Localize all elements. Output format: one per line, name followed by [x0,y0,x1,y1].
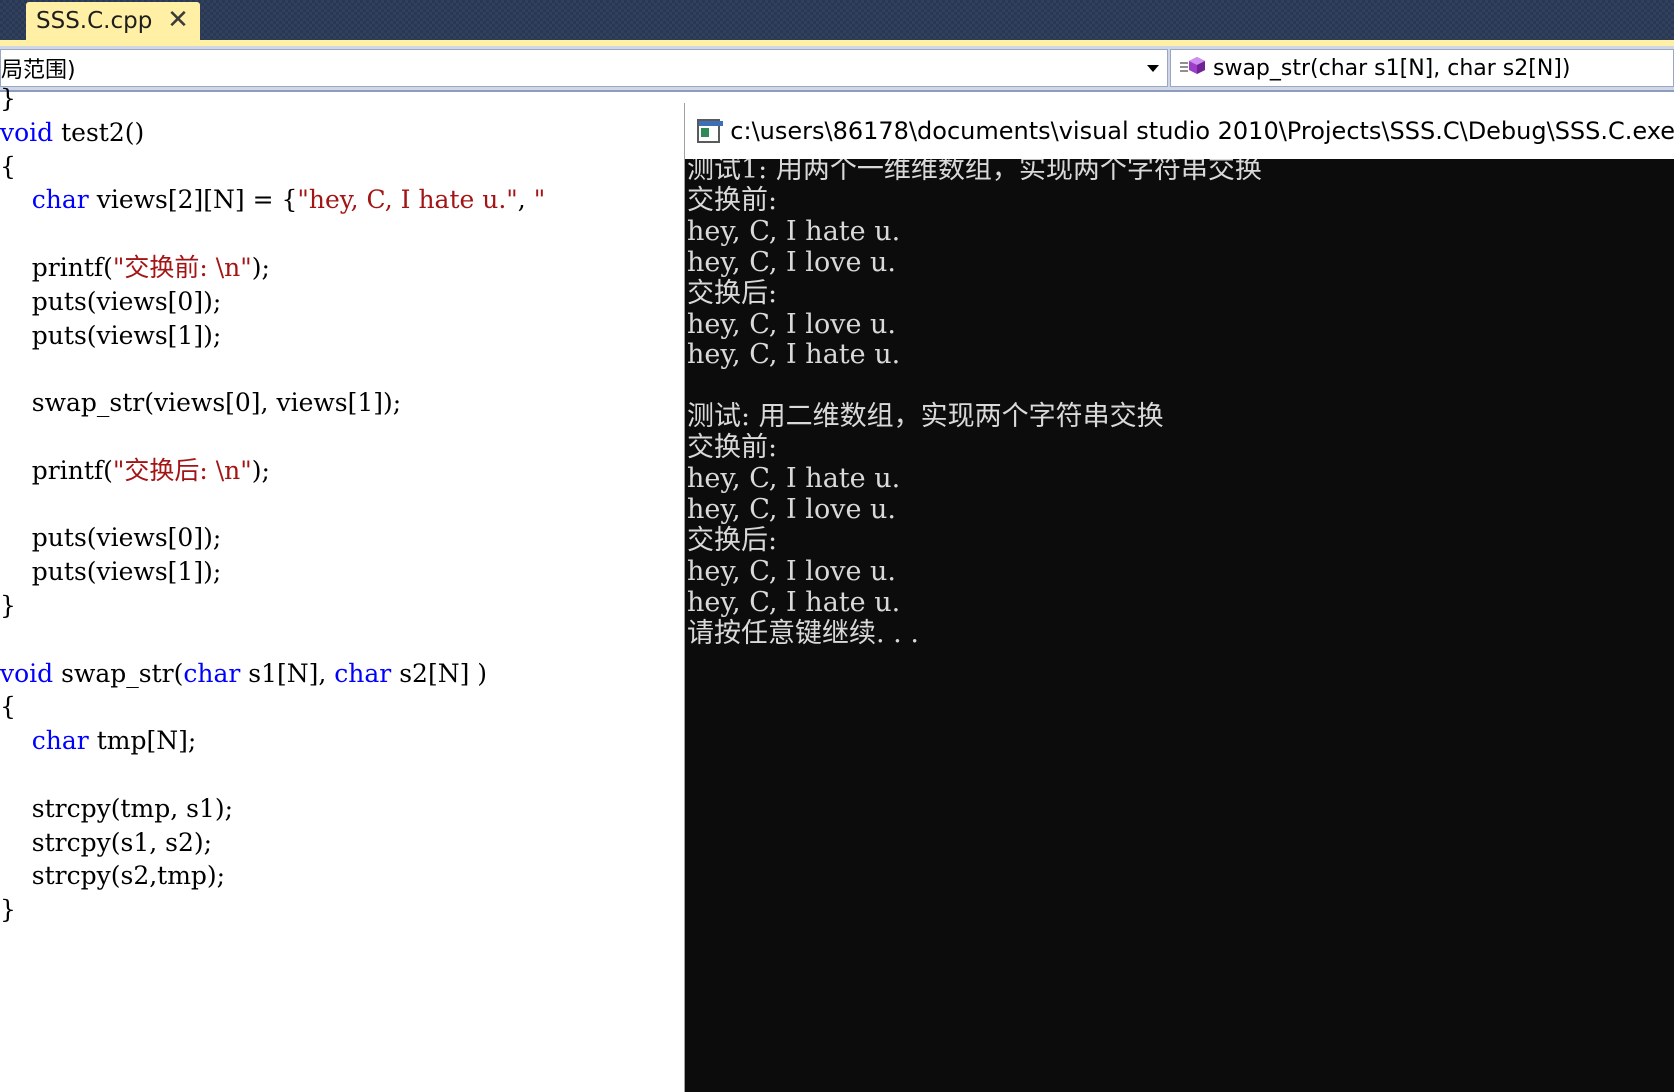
code-text: swap_str(views[0], views[1]); [0,388,402,418]
code-keyword: char [334,658,392,688]
code-line[interactable]: void test2() [0,116,144,150]
code-keyword: void [0,117,54,147]
console-output-line: 测试1: 用两个一维维数组，实现两个字符串交换 [687,159,1262,185]
tab-label: SSS.C.cpp [36,8,153,34]
console-output-line: 交换前: [687,184,778,216]
member-dropdown[interactable]: swap_str(char s1[N], char s2[N]) [1170,49,1674,87]
console-app-icon [697,119,723,143]
console-output-line: 交换后: [687,277,778,309]
code-string: " [533,185,546,215]
code-text: { [0,692,16,722]
code-text: swap_str( [53,658,184,688]
code-text: } [0,84,16,113]
code-line[interactable]: { [0,150,16,184]
code-line[interactable]: puts(views[0]); [0,521,221,555]
code-text: } [0,895,16,925]
console-title: c:\users\86178\documents\visual studio 2… [730,117,1674,145]
console-output-line: hey, C, I love u. [687,246,896,278]
console-output-line: 交换前: [687,432,778,464]
code-text: { [0,151,16,181]
code-text: , [517,185,534,215]
code-text: test2() [53,117,145,147]
code-string: "hey, C, I hate u." [297,185,518,215]
code-line[interactable]: printf("交换后: \n"); [0,454,270,488]
code-line[interactable]: } [0,589,16,623]
console-window[interactable]: c:\users\86178\documents\visual studio 2… [684,103,1674,1092]
code-line[interactable]: strcpy(s1, s2); [0,826,212,860]
navigation-bar: 局范围) swap_str(char s1[N], char s2[N]) [0,46,1674,92]
code-editor[interactable]: } void test2(){ char views[2][N] = {"hey,… [0,84,684,1092]
code-text: s2[N] ) [391,658,488,688]
code-line[interactable]: strcpy(tmp, s1); [0,792,233,826]
code-line[interactable]: char tmp[N]; [0,724,196,758]
code-text: ); [251,253,270,282]
code-text: } [0,591,16,620]
code-text: tmp[N]; [88,726,197,756]
code-text: strcpy(s1, s2); [0,827,213,857]
scope-dropdown[interactable]: 局范围) [0,49,1168,87]
code-line[interactable]: puts(views[1]); [0,319,221,353]
console-output-line: hey, C, I hate u. [687,463,901,494]
code-text: strcpy(s2,tmp); [0,861,226,891]
code-text: ); [251,455,270,485]
code-line[interactable]: { [0,690,16,724]
code-text: s1[N], [240,658,335,688]
code-text: puts(views[0]); [0,523,222,553]
code-line[interactable]: void swap_str(char s1[N], char s2[N] ) [0,657,487,691]
code-keyword: char [183,658,241,688]
code-line[interactable]: char views[2][N] = {"hey, C, I hate u.",… [0,183,545,217]
code-line[interactable]: swap_str(views[0], views[1]); [0,386,401,420]
console-output-line: hey, C, I hate u. [687,339,901,371]
code-line[interactable]: puts(views[1]); [0,555,221,589]
code-line[interactable]: } [0,893,16,927]
console-output-line: 请按任意键继续. . . [687,617,919,649]
code-text: strcpy(tmp, s1); [0,793,234,823]
scope-dropdown-value: 局范围) [1,58,76,83]
console-output-line: hey, C, I hate u. [687,586,901,618]
code-line[interactable]: } [0,82,16,116]
member-dropdown-value: swap_str(char s1[N], char s2[N]) [1213,55,1571,81]
code-text: views[2][N] = { [88,185,298,215]
console-output-line: hey, C, I love u. [687,308,896,340]
method-icon [1179,55,1207,81]
console-output-line: hey, C, I love u. [687,555,896,587]
code-string: "交换后: \n" [112,455,252,485]
console-output-line: 交换后: [687,524,778,556]
close-icon[interactable]: ✕ [166,7,190,33]
code-string: "交换前: \n" [112,253,252,282]
console-output-line: 测试: 用二维数组，实现两个字符串交换 [687,401,1164,433]
code-line[interactable]: printf("交换前: \n"); [0,251,270,285]
code-text: puts(views[0]); [0,286,222,316]
document-tab-strip: SSS.C.cpp ✕ [0,0,1674,40]
console-output-line: hey, C, I hate u. [687,215,901,247]
code-text: printf( [0,455,113,485]
code-line[interactable]: puts(views[0]); [0,285,221,319]
code-text: puts(views[1]); [0,320,222,350]
code-keyword: char [31,726,89,756]
code-text: printf( [0,253,113,282]
tab-sss-c-cpp[interactable]: SSS.C.cpp ✕ [26,2,200,40]
code-text: puts(views[1]); [0,557,222,587]
chevron-down-icon[interactable] [1147,65,1159,72]
console-titlebar[interactable]: c:\users\86178\documents\visual studio 2… [685,103,1674,159]
console-output-line: hey, C, I love u. [687,493,896,525]
code-keyword: char [31,185,89,215]
code-keyword: void [0,658,54,688]
code-line[interactable]: strcpy(s2,tmp); [0,859,225,893]
console-output: 测试1: 用两个一维维数组，实现两个字符串交换 交换前: hey, C, I hat… [685,159,1674,1092]
